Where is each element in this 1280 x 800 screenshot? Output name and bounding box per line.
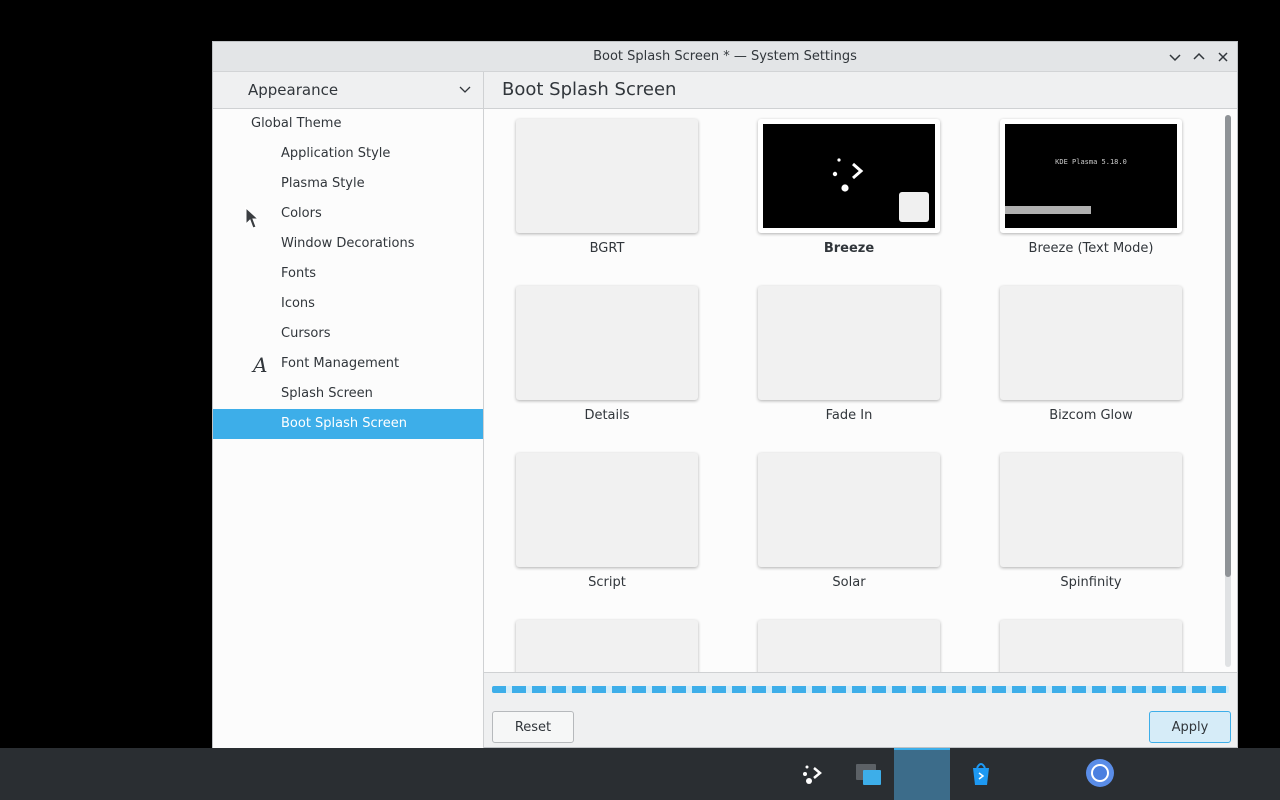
- theme-label: Solar: [832, 575, 866, 590]
- preview-text: KDE Plasma 5.18.0: [1055, 158, 1127, 166]
- theme-grid: BGRT Breeze KDE Plasma 5.18.0 Breeze (Text …: [484, 109, 1237, 673]
- sidebar-item-label: Boot Splash Screen: [281, 416, 407, 431]
- sidebar-nav-list: Global Theme Application Style Plasma Styl…: [213, 109, 483, 439]
- sidebar-item-font-management[interactable]: A Font Management: [213, 349, 483, 379]
- taskbar: [0, 748, 1280, 800]
- chromium-browser-icon: [1086, 759, 1114, 787]
- theme-tile[interactable]: Bizcom Glow: [1000, 286, 1184, 446]
- theme-preview: [516, 453, 698, 567]
- minimize-button[interactable]: [1165, 47, 1185, 67]
- content-header: Boot Splash Screen: [484, 72, 1237, 109]
- sidebar-item-label: Fonts: [281, 266, 317, 281]
- sidebar-item-plasma-style[interactable]: Plasma Style: [213, 169, 483, 199]
- sidebar-item-window-decorations[interactable]: Window Decorations: [213, 229, 483, 259]
- progress-bar: [492, 686, 1229, 693]
- theme-tile[interactable]: [758, 620, 942, 672]
- theme-tile[interactable]: Breeze: [758, 119, 942, 279]
- sidebar-item-label: Plasma Style: [281, 176, 365, 191]
- sidebar: Appearance Global Theme Application Style…: [213, 72, 484, 748]
- reset-button[interactable]: Reset: [492, 711, 574, 743]
- plasma-launcher-icon: [803, 765, 822, 784]
- theme-preview: [758, 119, 940, 233]
- sidebar-item-splash-screen[interactable]: Splash Screen: [213, 379, 483, 409]
- theme-label: Bizcom Glow: [1049, 408, 1133, 423]
- taskbar-item-chromium-browser[interactable]: [1072, 748, 1128, 800]
- taskbar-item-system-settings[interactable]: [894, 748, 950, 800]
- file-manager-icon: [856, 764, 881, 785]
- sidebar-item-label: Window Decorations: [281, 236, 415, 251]
- taskbar-item-file-manager[interactable]: [840, 748, 896, 800]
- theme-label: Fade In: [825, 408, 873, 423]
- sidebar-item-label: Icons: [281, 296, 315, 311]
- theme-tile[interactable]: Spinfinity: [1000, 453, 1184, 613]
- progress-bar-fill: [492, 686, 1229, 693]
- taskbar-item-discover-store[interactable]: [953, 748, 1009, 800]
- theme-tile[interactable]: Solar: [758, 453, 942, 613]
- theme-preview: [516, 286, 698, 400]
- theme-label: Breeze (Text Mode): [1028, 241, 1154, 256]
- sidebar-item-label: Font Management: [281, 356, 400, 371]
- theme-tile[interactable]: [516, 620, 700, 672]
- theme-preview: KDE Plasma 5.18.0: [1000, 119, 1182, 233]
- page-title: Boot Splash Screen: [502, 79, 677, 100]
- theme-tile[interactable]: Fade In: [758, 286, 942, 446]
- sidebar-item-label: Splash Screen: [281, 386, 373, 401]
- taskbar-item-plasma-launcher[interactable]: [785, 748, 841, 800]
- chevron-down-icon: [1169, 54, 1181, 62]
- close-icon: [1218, 52, 1228, 62]
- breeze-splash-icon: [832, 158, 929, 222]
- mouse-cursor-icon: [245, 207, 259, 229]
- theme-preview: [758, 453, 940, 567]
- apply-button[interactable]: Apply: [1149, 711, 1231, 743]
- vertical-scrollbar[interactable]: [1225, 115, 1231, 667]
- theme-tile[interactable]: BGRT: [516, 119, 700, 279]
- theme-preview: [1000, 453, 1182, 567]
- sidebar-item-cursors[interactable]: Cursors: [213, 319, 483, 349]
- sidebar-item-label: Colors: [281, 206, 322, 221]
- chevron-down-icon: [459, 86, 471, 93]
- sidebar-category-header[interactable]: Appearance: [213, 72, 483, 109]
- system-settings-icon: [907, 760, 937, 790]
- theme-tile[interactable]: [1000, 620, 1184, 672]
- theme-preview: [758, 620, 940, 672]
- theme-preview: [758, 286, 940, 400]
- theme-label: BGRT: [589, 241, 625, 256]
- title-bar[interactable]: Boot Splash Screen * — System Settings: [213, 42, 1237, 72]
- theme-label: Script: [588, 575, 626, 590]
- sidebar-item-global-theme[interactable]: Global Theme: [213, 109, 483, 139]
- preview-progress-bar: [1005, 206, 1091, 214]
- window-title: Boot Splash Screen * — System Settings: [593, 49, 857, 64]
- theme-preview: [1000, 620, 1182, 672]
- chevron-up-icon: [1193, 52, 1205, 60]
- sidebar-item-label: Global Theme: [251, 116, 342, 131]
- theme-tile[interactable]: Script: [516, 453, 700, 613]
- sidebar-item-boot-splash-screen[interactable]: Boot Splash Screen: [213, 409, 483, 439]
- font-management-icon: A: [253, 353, 268, 377]
- theme-label: Spinfinity: [1060, 575, 1122, 590]
- main-content: Boot Splash Screen BGRT Breeze KDE Plasma …: [484, 72, 1237, 748]
- theme-preview: [516, 119, 698, 233]
- sidebar-item-application-style[interactable]: Application Style: [213, 139, 483, 169]
- maximize-button[interactable]: [1189, 47, 1209, 67]
- theme-label: Breeze: [823, 241, 875, 256]
- scrollbar-thumb[interactable]: [1225, 115, 1231, 577]
- close-button[interactable]: [1213, 47, 1233, 67]
- sidebar-item-fonts[interactable]: Fonts: [213, 259, 483, 289]
- theme-tile[interactable]: Details: [516, 286, 700, 446]
- sidebar-item-icons[interactable]: Icons: [213, 289, 483, 319]
- theme-preview: [516, 620, 698, 672]
- theme-preview: [1000, 286, 1182, 400]
- sidebar-item-label: Cursors: [281, 326, 331, 341]
- system-settings-window: Boot Splash Screen * — System Settings A…: [212, 41, 1238, 748]
- sidebar-item-label: Application Style: [281, 146, 391, 161]
- sidebar-category-label: Appearance: [248, 81, 339, 99]
- discover-store-icon: [973, 763, 989, 785]
- theme-tile[interactable]: KDE Plasma 5.18.0 Breeze (Text Mode): [1000, 119, 1184, 279]
- desktop: Boot Splash Screen * — System Settings A…: [0, 0, 1280, 800]
- theme-label: Details: [584, 408, 630, 423]
